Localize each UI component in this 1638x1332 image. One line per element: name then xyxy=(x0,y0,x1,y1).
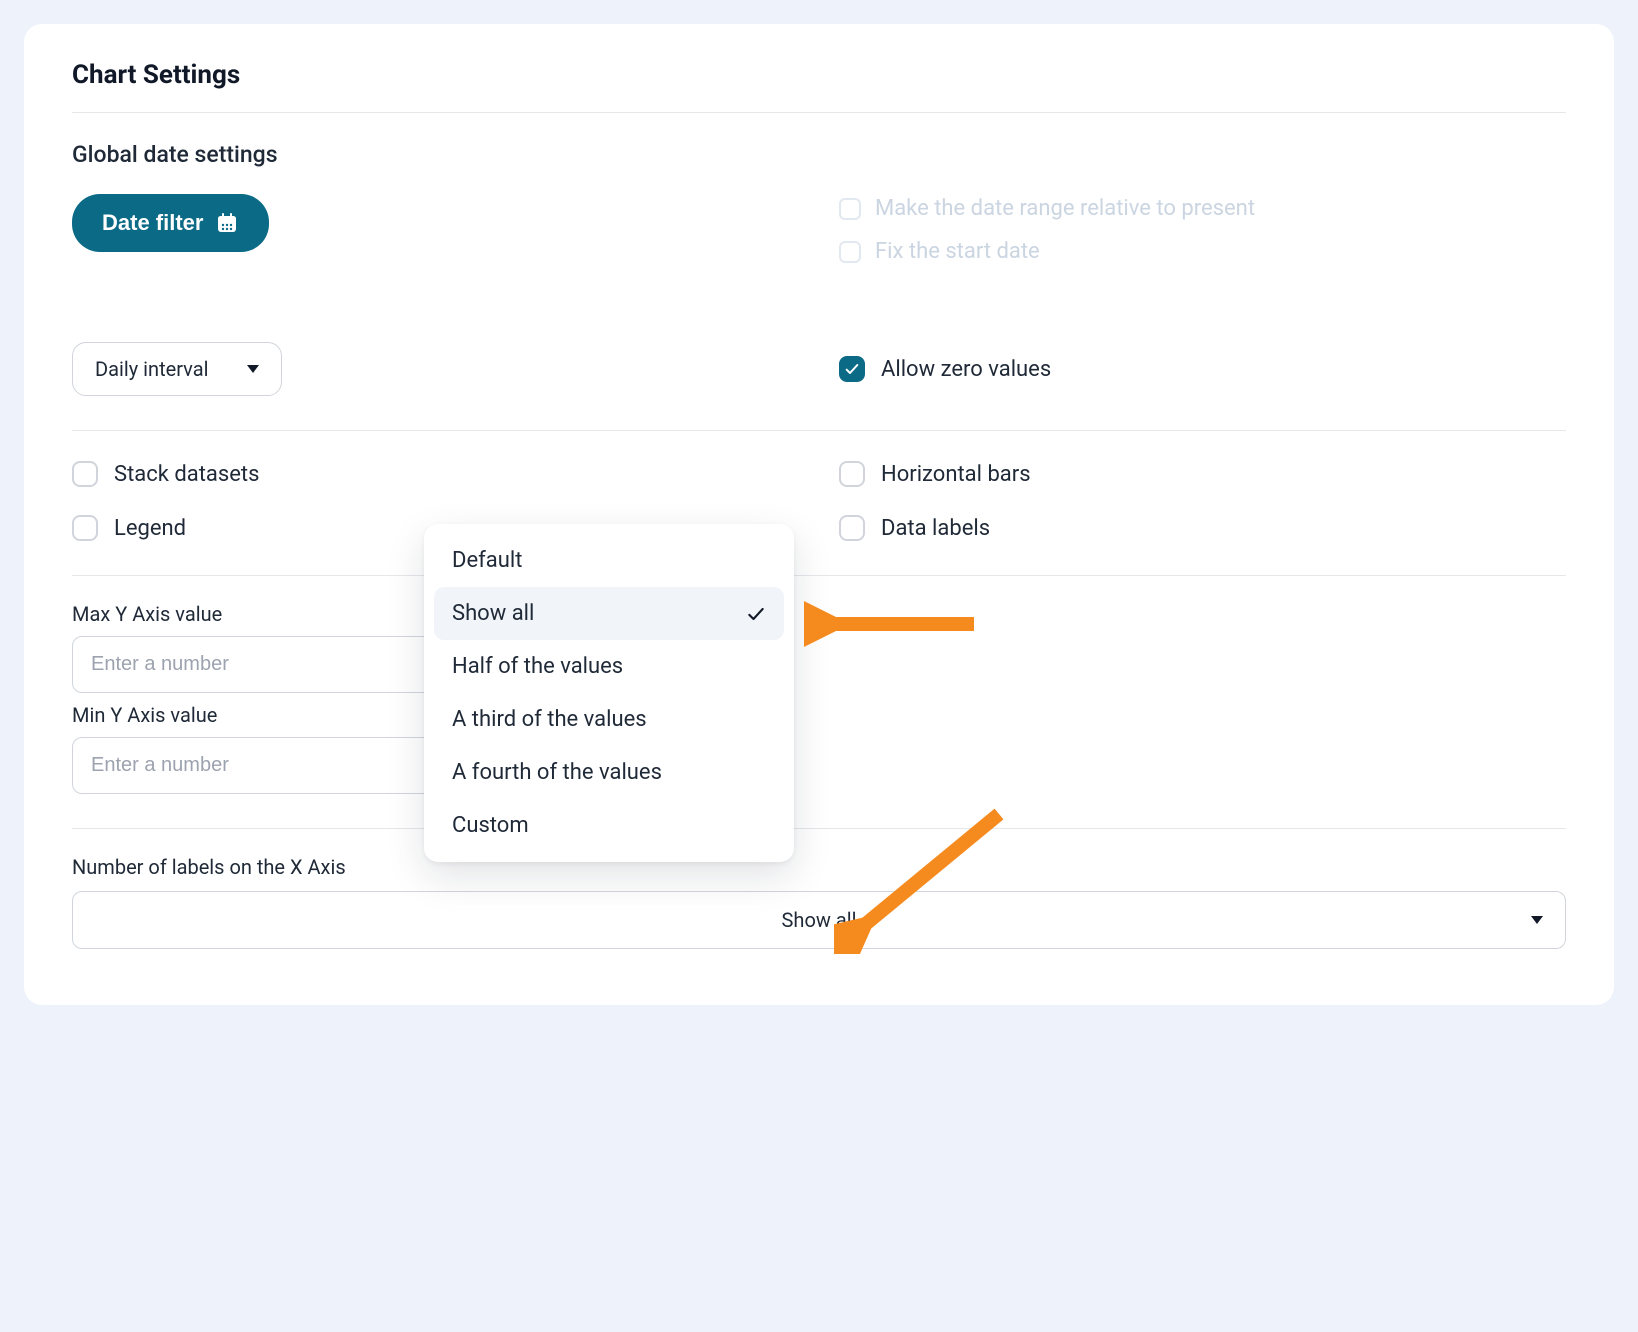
dropdown-item[interactable]: A third of the values xyxy=(434,693,784,746)
chart-settings-card: Chart Settings Global date settings Date… xyxy=(24,24,1614,1005)
data-labels-checkbox[interactable]: Data labels xyxy=(839,515,1566,541)
global-date-heading: Global date settings xyxy=(72,141,1566,168)
checkbox-icon xyxy=(839,241,861,263)
stack-datasets-checkbox[interactable]: Stack datasets xyxy=(72,461,799,487)
fix-start-date-label: Fix the start date xyxy=(875,239,1040,264)
annotation-arrow-top xyxy=(804,594,984,654)
checkbox-icon xyxy=(839,356,865,382)
annotation-arrow-bottom xyxy=(834,804,1014,954)
dropdown-item-label: Half of the values xyxy=(452,654,623,679)
date-filter-label: Date filter xyxy=(102,210,203,236)
data-labels-label: Data labels xyxy=(881,516,990,541)
dropdown-item-label: Show all xyxy=(452,601,534,626)
x-axis-labels-label: Number of labels on the X Axis xyxy=(72,855,1566,879)
checkbox-icon xyxy=(72,461,98,487)
checkbox-icon xyxy=(839,461,865,487)
dropdown-item-label: A fourth of the values xyxy=(452,760,662,785)
page-title: Chart Settings xyxy=(72,60,1566,113)
interval-select[interactable]: Daily interval xyxy=(72,342,282,396)
horizontal-bars-checkbox[interactable]: Horizontal bars xyxy=(839,461,1566,487)
dropdown-item[interactable]: Default xyxy=(434,534,784,587)
relative-date-option: Make the date range relative to present xyxy=(839,196,1566,221)
stack-datasets-label: Stack datasets xyxy=(114,462,259,487)
allow-zero-label: Allow zero values xyxy=(881,357,1051,382)
chevron-down-icon xyxy=(1531,916,1543,924)
dropdown-item[interactable]: A fourth of the values xyxy=(434,746,784,799)
checkbox-icon xyxy=(72,515,98,541)
chevron-down-icon xyxy=(247,365,259,373)
allow-zero-checkbox[interactable]: Allow zero values xyxy=(839,356,1566,382)
date-filter-button[interactable]: Date filter xyxy=(72,194,269,252)
relative-date-label: Make the date range relative to present xyxy=(875,196,1255,221)
check-icon xyxy=(746,604,766,624)
dropdown-item[interactable]: Half of the values xyxy=(434,640,784,693)
dropdown-item[interactable]: Custom xyxy=(434,799,784,852)
dropdown-item-label: Default xyxy=(452,548,522,573)
dropdown-item[interactable]: Show all xyxy=(434,587,784,640)
dropdown-item-label: A third of the values xyxy=(452,707,647,732)
calendar-icon xyxy=(215,211,239,235)
checkbox-icon xyxy=(839,515,865,541)
interval-select-value: Daily interval xyxy=(95,357,208,381)
fix-start-date-option: Fix the start date xyxy=(839,239,1566,264)
x-axis-labels-select[interactable]: Show all xyxy=(72,891,1566,949)
horizontal-bars-label: Horizontal bars xyxy=(881,462,1031,487)
legend-label: Legend xyxy=(114,516,186,541)
x-axis-labels-dropdown: Default Show all Half of the values A third… xyxy=(424,524,794,862)
dropdown-item-label: Custom xyxy=(452,813,529,838)
checkbox-icon xyxy=(839,198,861,220)
